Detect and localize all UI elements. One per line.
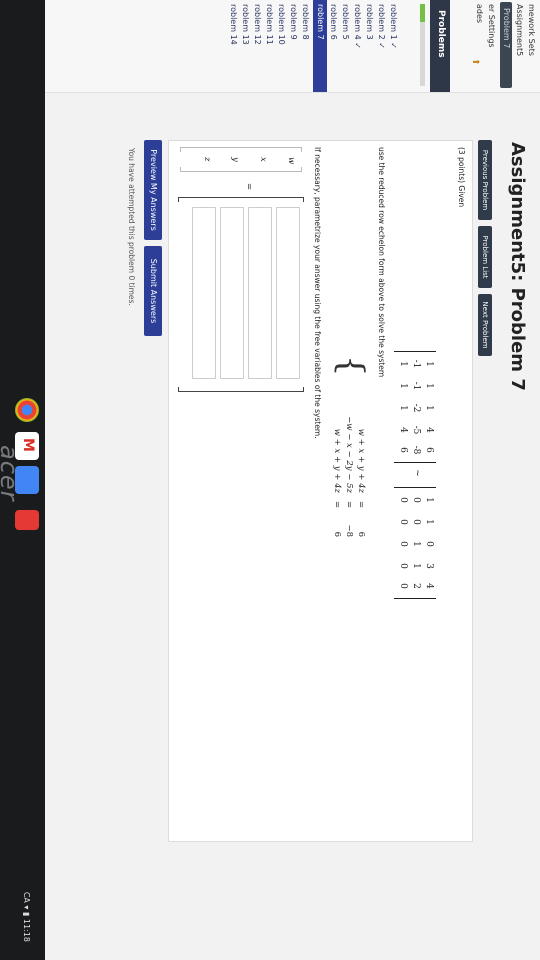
matrix-a-cell: 1 [424, 383, 434, 389]
problem-link-7-label: roblem 7 [316, 4, 325, 40]
answer-field-y[interactable] [220, 207, 244, 379]
problem-link-6[interactable]: roblem 6 [329, 4, 338, 40]
problem-list-button[interactable]: Problem List [478, 226, 492, 288]
grade-progress-filled [420, 4, 425, 22]
equation-2-rhs: −8 [344, 524, 354, 537]
matrix-b-cell: 3 [424, 563, 434, 569]
matrix-a: 1 1 1 4 6 -1 -1 -2 -5 -8 1 1 1 4 6 [394, 351, 436, 463]
matrix-b-cell: 0 [398, 583, 408, 589]
problem-link-14[interactable]: roblem 14 [229, 4, 238, 45]
points-text: (3 points) Given [457, 147, 466, 208]
screen: mework Sets Assignment5 Problem 7 er Set… [0, 0, 540, 960]
problem-link-12[interactable]: roblem 12 [253, 4, 262, 45]
left-nav: mework Sets Assignment5 Problem 7 er Set… [0, 0, 540, 93]
matrix-a-cell: 4 [424, 427, 434, 433]
matrix-b-cell: 0 [424, 541, 434, 547]
matrix-a-cell: 1 [398, 361, 408, 367]
current-problem-link[interactable]: Problem 7 [502, 8, 511, 48]
preview-answers-button[interactable]: Preview My Answers [144, 140, 162, 240]
matrix-b-cell: 0 [398, 519, 408, 525]
problem-link-10[interactable]: roblem 10 [277, 4, 286, 45]
problem-link-7-current[interactable]: roblem 7 [313, 0, 327, 92]
equation-1-rhs: 6 [356, 531, 366, 537]
row-equivalence-symbol: ~ [412, 469, 422, 477]
problem-link-5[interactable]: roblem 5 [341, 4, 350, 40]
vector-var-y: y [230, 157, 240, 162]
grade-progress-empty [420, 22, 425, 86]
matrix-b-cell: 1 [424, 519, 434, 525]
matrix-b-cell: 1 [424, 497, 434, 503]
chrome-icon[interactable] [15, 398, 39, 422]
assignment-link[interactable]: Assignment5 [515, 4, 524, 56]
page-title: Assignment5: Problem 7 [507, 142, 528, 391]
play-icon[interactable] [15, 510, 39, 530]
previous-problem-button[interactable]: Previous Problem [478, 140, 492, 220]
problem-link-4[interactable]: roblem 4 ✓ [353, 4, 362, 49]
answer-field-x[interactable] [248, 207, 272, 379]
equation-1-equals: = [356, 501, 366, 509]
equation-1-lhs: w + x + y + 4z [356, 428, 366, 493]
attempts-text: You have attempted this problem 0 times. [127, 148, 136, 306]
matrix-a-cell: 6 [424, 447, 434, 453]
matrix-b-cell: 4 [424, 583, 434, 589]
problems-header: Problems [430, 0, 450, 92]
problem-link-1[interactable]: roblem 1 ✓ [389, 4, 398, 49]
matrix-a-cell: 1 [424, 361, 434, 367]
matrix-b-cell: 0 [398, 563, 408, 569]
problems-heading: Problems [436, 10, 446, 58]
answer-bracket-left [178, 197, 304, 202]
vector-equals: = [244, 183, 254, 191]
homework-sets-link[interactable]: mework Sets [527, 4, 536, 56]
problem-link-2[interactable]: roblem 2 ✓ [377, 4, 386, 49]
matrix-b-cell: 0 [411, 519, 421, 525]
equation-3-lhs: w + x + y + 4z [332, 428, 342, 493]
vector-bracket-left [180, 147, 302, 152]
matrix-b-cell: 0 [411, 497, 421, 503]
matrix-a-cell: 1 [398, 405, 408, 411]
grades-link[interactable]: ades [475, 4, 484, 23]
equation-2-lhs: −w − x − 2y − 5z [344, 416, 354, 493]
system-tray[interactable]: CA ▾ ▮ 11:18 [22, 892, 31, 942]
vector-var-z: z [202, 157, 212, 162]
submit-answers-button[interactable]: Submit Answers [144, 246, 162, 336]
next-problem-button[interactable]: Next Problem [478, 294, 492, 356]
answer-field-w[interactable] [276, 207, 300, 379]
matrix-b-cell: 0 [398, 541, 408, 547]
matrix-a-cell: -1 [411, 359, 421, 369]
matrix-a-cell: 1 [398, 383, 408, 389]
matrix-b-cell: 2 [411, 583, 421, 589]
matrix-a-cell: -5 [411, 425, 421, 435]
equation-3-rhs: 6 [332, 531, 342, 537]
vector-var-x: x [258, 157, 268, 162]
instruction-text: use the reduced row echelon form above t… [377, 147, 386, 378]
matrix-a-cell: -1 [411, 381, 421, 391]
problem-link-13[interactable]: roblem 13 [241, 4, 250, 45]
matrix-a-cell: 1 [424, 405, 434, 411]
current-problem-nav[interactable]: Problem 7 [500, 2, 512, 88]
user-settings-link[interactable]: er Settings [487, 4, 496, 48]
vector-bracket-right [180, 167, 302, 172]
answer-field-z[interactable] [192, 207, 216, 379]
problem-link-11[interactable]: roblem 11 [265, 4, 274, 45]
vector-var-w: w [286, 157, 296, 165]
matrix-a-cell: -8 [411, 445, 421, 455]
matrix-b: 1 1 0 3 4 0 0 1 1 2 0 0 0 0 0 [394, 487, 436, 599]
acer-logo: acer [0, 445, 23, 502]
equation-2-equals: = [344, 501, 354, 509]
problem-link-9[interactable]: roblem 9 [289, 4, 298, 40]
answer-bracket-right [178, 387, 304, 392]
matrix-a-cell: 6 [398, 447, 408, 453]
matrix-a-cell: -2 [411, 403, 421, 413]
equation-3-equals: = [332, 501, 342, 509]
matrix-b-cell: 0 [398, 497, 408, 503]
matrix-b-cell: 1 [411, 563, 421, 569]
pin-icon: ⬆ [470, 58, 480, 66]
matrix-a-cell: 4 [398, 427, 408, 433]
matrix-b-cell: 1 [411, 541, 421, 547]
problem-box: (3 points) Given 1 1 1 4 6 -1 -1 -2 -5 -… [168, 140, 473, 842]
problem-link-3[interactable]: roblem 3 [365, 4, 374, 40]
problem-link-8[interactable]: roblem 8 [301, 4, 310, 40]
parametrize-note: If necessary, parametrize your answer us… [313, 147, 322, 439]
